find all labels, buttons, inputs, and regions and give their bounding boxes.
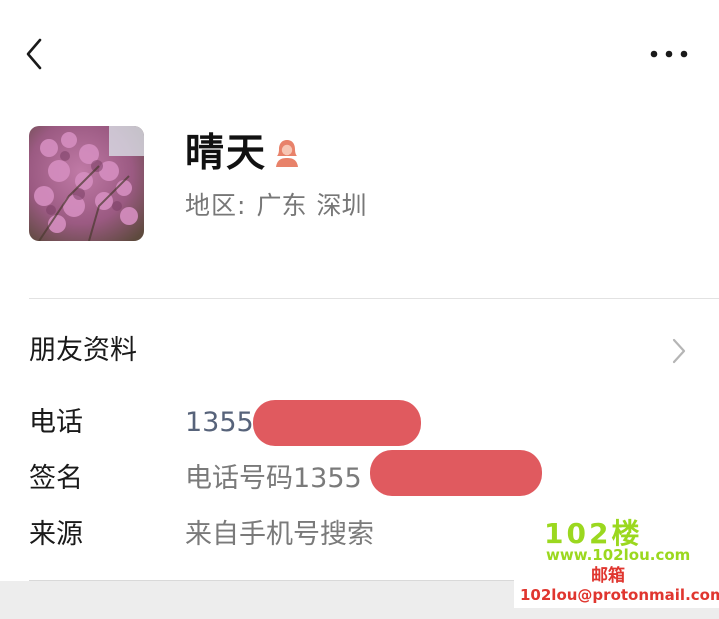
more-horizontal-icon: [650, 50, 688, 58]
watermark-logo: 102楼: [544, 517, 643, 550]
watermark-url: www.102lou.com: [546, 546, 691, 564]
redaction-mark: [253, 400, 421, 446]
contact-name: 晴天: [185, 131, 268, 176]
friend-info-title[interactable]: 朋友资料: [29, 333, 137, 369]
chevron-right-icon[interactable]: [668, 336, 690, 366]
avatar[interactable]: [29, 126, 144, 241]
source-value: 来自手机号搜索: [185, 519, 374, 550]
region-info: 地区: 广东 深圳: [185, 190, 366, 222]
back-button[interactable]: [18, 34, 54, 74]
watermark-email: 102lou@protonmail.com: [520, 586, 719, 604]
signature-label: 签名: [29, 463, 83, 494]
watermark-mail-label: 邮箱: [591, 566, 625, 586]
region-city: 深圳: [316, 191, 367, 220]
phone-label: 电话: [29, 407, 83, 438]
female-user-icon: [272, 137, 302, 169]
signature-value: 电话号码1355: [185, 463, 362, 494]
chevron-left-icon: [26, 38, 42, 70]
source-label: 来源: [29, 519, 83, 550]
phone-value[interactable]: 1355: [185, 405, 254, 441]
redaction-mark: [370, 450, 542, 496]
divider: [29, 298, 719, 299]
region-label: 地区:: [185, 191, 247, 220]
region-province: 广东: [256, 191, 307, 220]
more-options-button[interactable]: [644, 36, 694, 72]
